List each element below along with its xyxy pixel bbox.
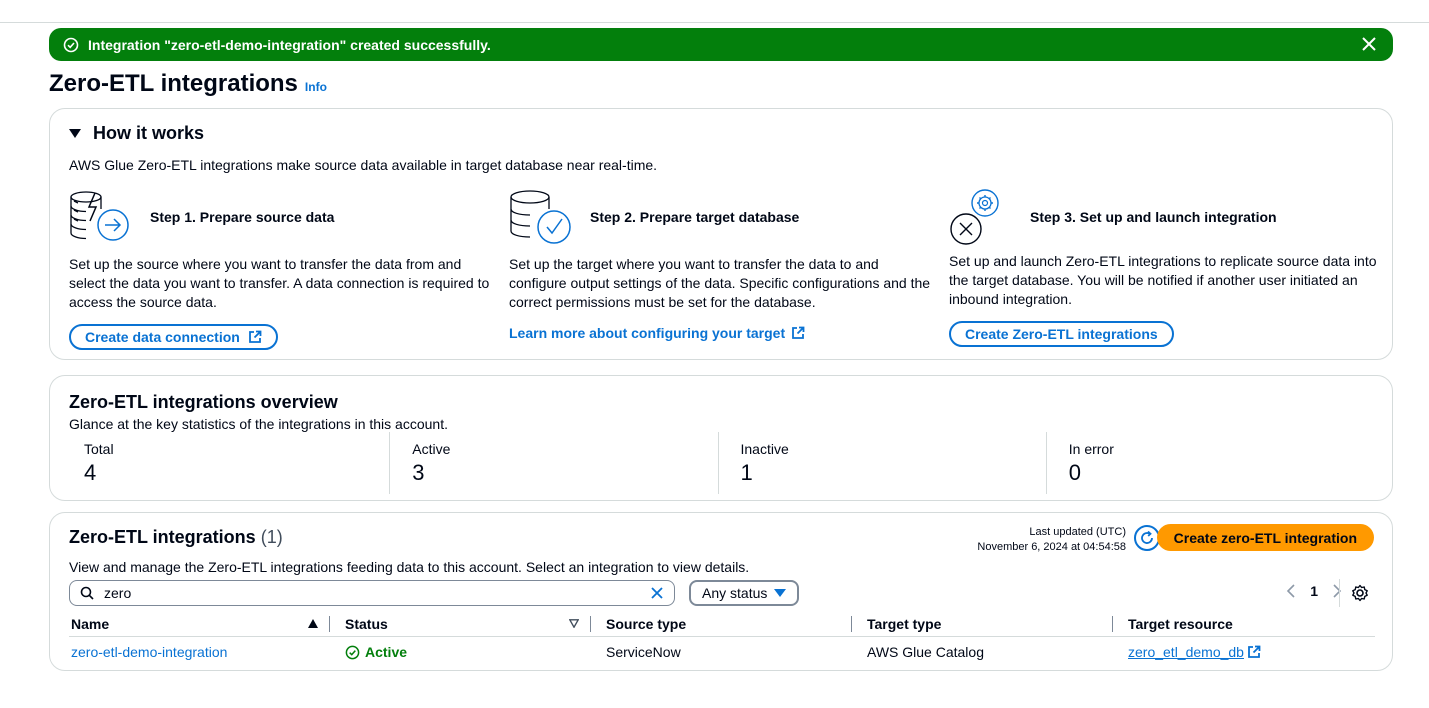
success-flash: Integration "zero-etl-demo-integration" … [49, 28, 1393, 61]
step-3-body: Set up and launch Zero-ETL integrations … [949, 253, 1377, 307]
column-target-resource-label: Target resource [1128, 615, 1233, 632]
stat-label: Active [412, 441, 451, 457]
create-zero-etl-integration-button[interactable]: Create zero-ETL integration [1156, 524, 1374, 551]
status-filter-select[interactable]: Any status [689, 580, 799, 606]
overview-description: Glance at the key statistics of the inte… [69, 416, 448, 432]
last-updated-value: November 6, 2024 at 04:54:58 [977, 541, 1126, 553]
stat-value: 4 [84, 460, 97, 485]
flash-message: Integration "zero-etl-demo-integration" … [88, 36, 491, 53]
page-title: Zero-ETL integrations Info [49, 70, 327, 98]
last-updated-label: Last updated (UTC) [1029, 526, 1126, 538]
sort-ascending-icon [308, 618, 318, 628]
stat-in-error: In error 0 [1045, 432, 1374, 494]
column-header-target-type[interactable]: Target type [852, 611, 1113, 637]
table-header: Name Status Source type Target type Targ… [69, 611, 1375, 637]
pager-divider [1339, 579, 1340, 607]
overview-title: Zero-ETL integrations overview [69, 392, 338, 412]
status-text: Active [365, 644, 408, 660]
overview-panel: Zero-ETL integrations overview Glance at… [49, 375, 1393, 501]
stat-value: 1 [740, 460, 753, 485]
gear-icon[interactable] [1351, 584, 1369, 602]
how-it-works-title: How it works [93, 123, 205, 143]
stat-inactive: Inactive 1 [717, 432, 1046, 494]
stat-label: Inactive [740, 441, 789, 457]
step-1-title: Step 1. Prepare source data [150, 209, 335, 225]
column-header-status[interactable]: Status [330, 611, 591, 637]
top-divider [0, 22, 1429, 23]
chevron-left-icon[interactable] [1286, 584, 1296, 598]
cell-target-type: AWS Glue Catalog [867, 644, 984, 660]
column-source-type-label: Source type [606, 615, 687, 632]
cell-status: Active [330, 644, 591, 660]
create-zero-etl-integrations-button[interactable]: Create Zero-ETL integrations [949, 321, 1174, 347]
stat-label: In error [1068, 441, 1114, 457]
learn-more-target-label: Learn more about configuring your target [509, 325, 786, 341]
how-it-works-panel: How it works AWS Glue Zero-ETL integrati… [49, 108, 1393, 360]
database-arrow-icon [70, 191, 129, 241]
caret-down-icon [69, 129, 81, 138]
integration-gear-icon [950, 189, 999, 245]
step-3-title: Step 3. Set up and launch integration [1030, 209, 1277, 225]
step-1-body: Set up the source where you want to tran… [69, 256, 490, 310]
refresh-icon [1141, 530, 1153, 544]
current-page[interactable]: 1 [1310, 583, 1318, 599]
column-header-name[interactable]: Name [69, 611, 330, 637]
external-link-icon [1248, 645, 1261, 658]
integrations-table-panel: Zero-ETL integrations (1) View and manag… [49, 512, 1393, 671]
table-title-text: Zero-ETL integrations [69, 527, 256, 547]
how-it-works-toggle[interactable]: How it works [69, 123, 204, 144]
check-circle-icon [345, 645, 360, 659]
search-input[interactable] [102, 584, 650, 602]
table-title: Zero-ETL integrations (1) [69, 527, 283, 548]
column-header-target-resource[interactable]: Target resource [1113, 611, 1375, 637]
sort-icon [569, 618, 579, 628]
info-link[interactable]: Info [305, 80, 327, 94]
stat-total: Total 4 [69, 432, 389, 494]
stat-value: 3 [412, 460, 425, 485]
how-it-works-description: AWS Glue Zero-ETL integrations make sour… [69, 157, 658, 173]
table-count: (1) [260, 527, 283, 547]
last-updated: Last updated (UTC) November 6, 2024 at 0… [977, 525, 1126, 555]
step-3: Step 3. Set up and launch integration Se… [949, 189, 1379, 347]
column-name-label: Name [71, 615, 110, 632]
search-field[interactable] [69, 580, 675, 606]
column-status-label: Status [345, 615, 388, 632]
create-data-connection-button[interactable]: Create data connection [69, 324, 278, 350]
stat-label: Total [84, 441, 114, 457]
integrations-table: Name Status Source type Target type Targ… [69, 611, 1375, 667]
column-target-type-label: Target type [867, 615, 942, 632]
learn-more-target-link[interactable]: Learn more about configuring your target [509, 325, 805, 341]
create-data-connection-label: Create data connection [85, 329, 240, 345]
external-link-icon [792, 326, 805, 339]
page-title-text: Zero-ETL integrations [49, 70, 298, 97]
overview-stats: Total 4 Active 3 Inactive 1 In error 0 [69, 432, 1374, 494]
caret-down-icon [774, 589, 786, 597]
status-badge: Active [345, 644, 407, 660]
stat-value: 0 [1068, 460, 1081, 485]
table-description: View and manage the Zero-ETL integration… [69, 559, 750, 575]
status-filter-value: Any status [702, 585, 768, 601]
search-icon [80, 586, 94, 600]
check-circle-icon [63, 37, 79, 52]
step-2-title: Step 2. Prepare target database [590, 209, 800, 225]
pagination: 1 [1286, 583, 1342, 599]
close-icon[interactable] [1361, 36, 1377, 52]
column-header-source-type[interactable]: Source type [591, 611, 852, 637]
step-2: Step 2. Prepare target database Set up t… [509, 189, 939, 343]
cell-name: zero-etl-demo-integration [69, 644, 330, 660]
target-resource-link[interactable]: zero_etl_demo_db [1128, 644, 1261, 660]
chevron-right-icon[interactable] [1332, 584, 1342, 598]
target-resource-text: zero_etl_demo_db [1128, 644, 1244, 660]
cell-source-type: ServiceNow [606, 644, 681, 660]
table-row[interactable]: zero-etl-demo-integration Active Service… [69, 637, 1375, 667]
database-check-icon [510, 190, 571, 244]
clear-search-icon[interactable] [650, 586, 664, 600]
integration-name-link[interactable]: zero-etl-demo-integration [71, 644, 227, 660]
cell-target-resource: zero_etl_demo_db [1113, 644, 1375, 660]
step-1: Step 1. Prepare source data Set up the s… [69, 189, 499, 350]
stat-active: Active 3 [389, 432, 717, 494]
step-2-body: Set up the target where you want to tran… [509, 256, 931, 310]
external-link-icon [248, 330, 262, 343]
